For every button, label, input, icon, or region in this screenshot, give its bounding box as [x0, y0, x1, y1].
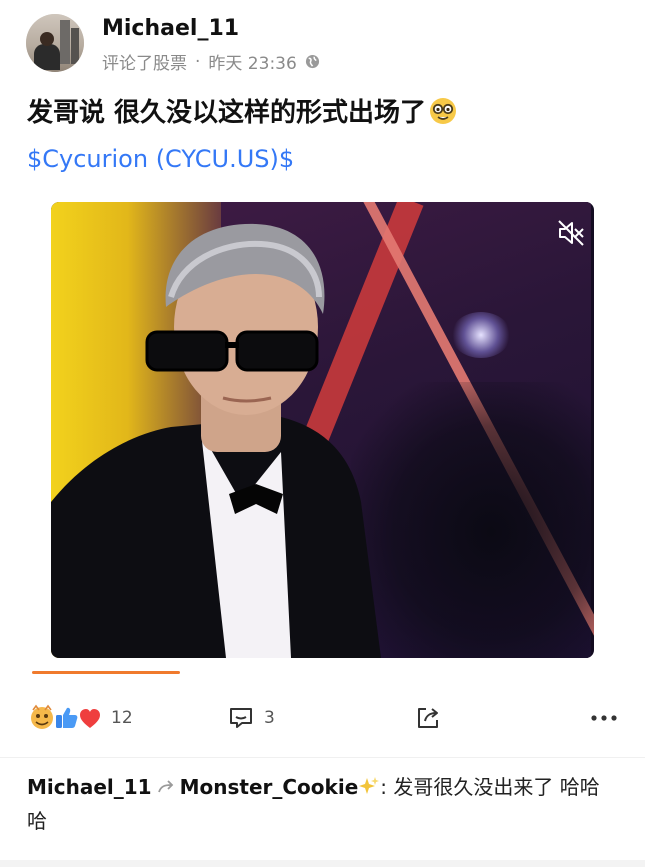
sparkles-icon [359, 777, 380, 794]
comment-icon [230, 708, 252, 728]
post-username[interactable]: Michael_11 [102, 16, 239, 41]
reaction-count: 12 [111, 708, 133, 728]
post-meta: 评论了股票 · 昨天 23:36 [102, 49, 320, 74]
comment-preview[interactable]: Michael_11 Monster_Cookie: 发哥很久没出来了 哈哈哈 [27, 770, 617, 838]
video-player[interactable] [51, 202, 594, 658]
post-time: 昨天 23:36 [208, 54, 297, 74]
meta-separator: · [195, 51, 201, 72]
post-text: 发哥说 很久没以这样的形式出场了 [27, 98, 427, 128]
divider [0, 757, 645, 758]
globe-icon [305, 54, 319, 69]
post-header: Michael_11 评论了股票 · 昨天 23:36 [26, 14, 626, 74]
bottom-separator [0, 860, 645, 867]
post-action-text: 评论了股票 [102, 54, 187, 74]
video-progress-bar[interactable] [32, 671, 602, 674]
mute-icon[interactable] [556, 218, 586, 248]
more-options-icon[interactable] [588, 704, 620, 732]
video-progress-fill [32, 671, 180, 674]
reactions-icon[interactable] [30, 704, 102, 732]
stock-ticker-link[interactable]: $Cycurion (CYCU.US)$ [27, 145, 294, 173]
comment-reply-to[interactable]: Monster_Cookie [180, 775, 359, 799]
comment-button[interactable]: 3 [228, 704, 288, 732]
post-content: 发哥说 很久没以这样的形式出场了 [27, 92, 458, 129]
reply-arrow-icon [157, 780, 173, 793]
comment-author[interactable]: Michael_11 [27, 775, 152, 799]
avatar[interactable] [26, 14, 84, 72]
video-frame-person [51, 223, 381, 658]
comment-count: 3 [264, 708, 275, 728]
nerd-face-icon [430, 97, 457, 124]
action-bar: 12 3 [30, 702, 620, 734]
share-icon[interactable] [414, 704, 442, 732]
